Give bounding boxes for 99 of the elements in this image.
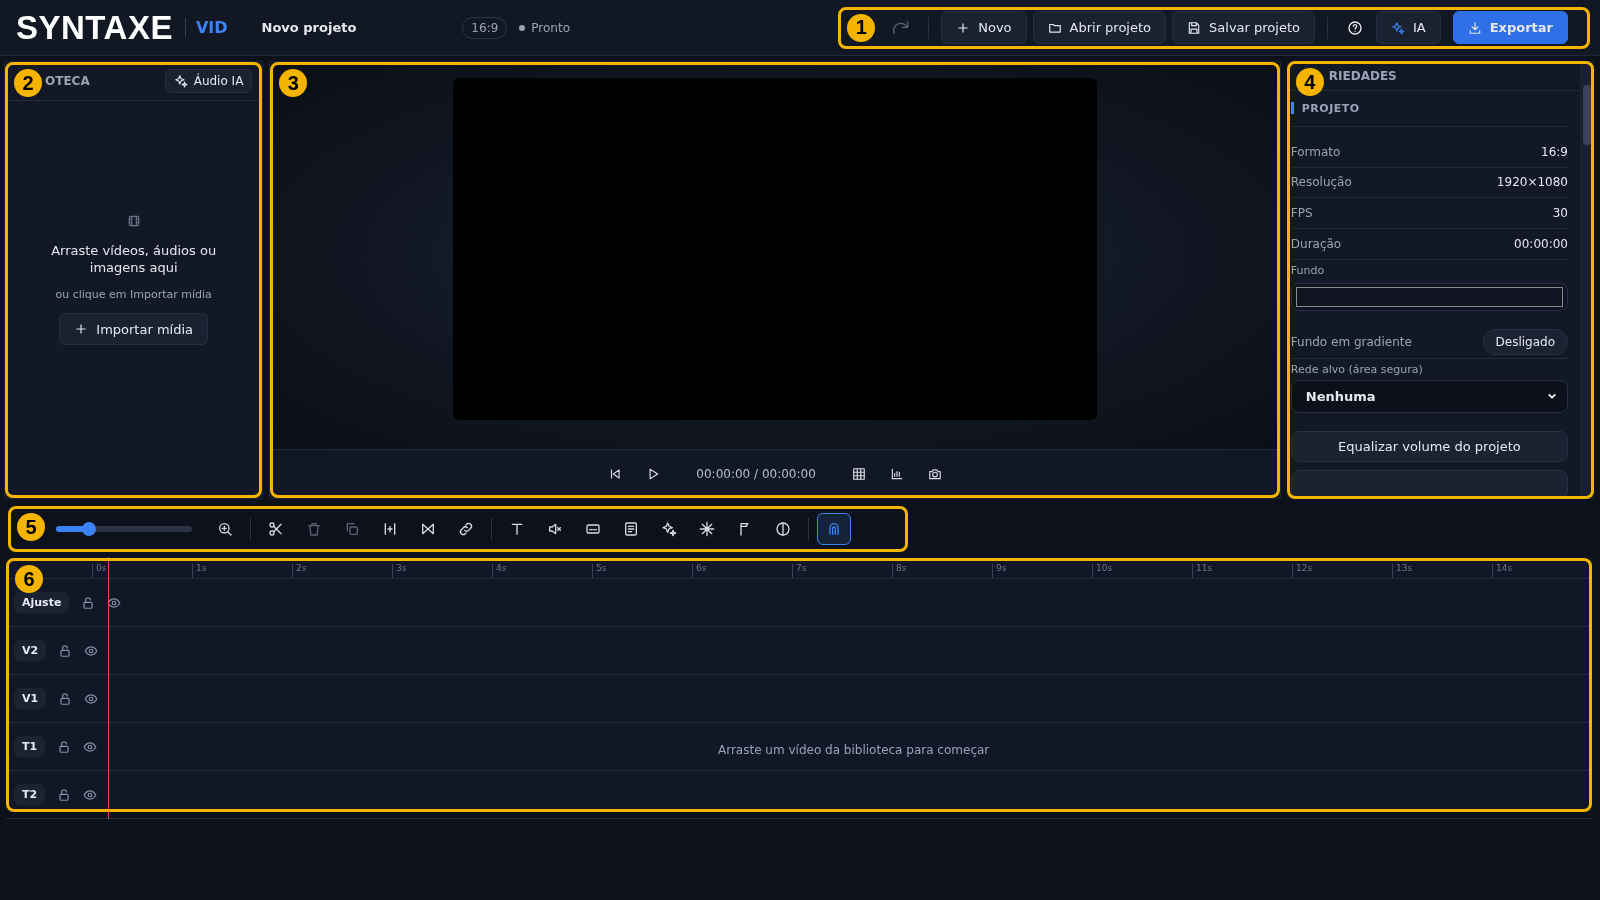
- lock-icon: [58, 691, 73, 706]
- property-label: Resolução: [1290, 175, 1352, 190]
- track-name: V2: [14, 640, 47, 661]
- link-icon: [458, 521, 474, 537]
- lock-icon: [58, 643, 73, 658]
- property-label: Fundo em gradiente: [1290, 335, 1412, 350]
- panel-title: OTECA: [45, 74, 90, 88]
- ruler-tick: 10s: [1092, 564, 1192, 578]
- import-media-button[interactable]: Importar mídia: [59, 313, 208, 345]
- magnet-icon: [826, 521, 842, 537]
- ruler-tick: 12s: [1292, 564, 1392, 578]
- export-button[interactable]: Exportar: [1452, 11, 1568, 44]
- chart-icon: [889, 467, 904, 481]
- status-dot-icon: [519, 24, 526, 31]
- property-label: Fundo: [1290, 264, 1326, 278]
- ruler-tick: 5s: [592, 564, 692, 578]
- trash-icon: [306, 521, 322, 537]
- panel-title: RIEDADES: [1328, 68, 1397, 83]
- ruler-tick: 7s: [792, 564, 892, 578]
- ruler-tick: 1s: [192, 564, 292, 578]
- sparkle-icon: [661, 521, 677, 537]
- mute-icon: [547, 521, 563, 537]
- status-text: Pronto: [531, 20, 570, 35]
- eye-icon: [84, 643, 99, 658]
- ruler-tick: 9s: [992, 564, 1092, 578]
- ruler-tick: 4s: [492, 564, 592, 578]
- save-icon: [1187, 20, 1202, 35]
- callout-number: 1: [847, 13, 876, 42]
- playback-time: 00:00:00 / 00:00:00: [696, 467, 816, 481]
- ai-button[interactable]: IA: [1375, 11, 1441, 44]
- ruler-tick: 3s: [392, 564, 492, 578]
- color-field[interactable]: [1290, 283, 1568, 311]
- property-value: 1920×1080: [1496, 175, 1568, 190]
- caption-icon: [585, 521, 601, 537]
- partial-button[interactable]: [1290, 469, 1568, 499]
- empty-state-hint: ou clique em Importar mídia: [55, 288, 212, 301]
- redo-icon: [893, 19, 910, 36]
- ruler-tick: 8s: [892, 564, 992, 578]
- eye-icon: [83, 787, 98, 802]
- ruler-tick: 2s: [292, 564, 392, 578]
- lock-icon: [57, 787, 72, 802]
- lock-icon: [81, 595, 96, 610]
- open-project-button[interactable]: Abrir projeto: [1032, 11, 1167, 44]
- plus-icon: [956, 20, 971, 35]
- property-value: 00:00:00: [1514, 237, 1568, 252]
- burst-icon: [699, 521, 715, 537]
- skip-back-icon: [608, 467, 623, 481]
- ruler-tick: 14s: [1492, 564, 1592, 578]
- eye-icon: [83, 739, 98, 754]
- track-name: T2: [14, 784, 46, 805]
- property-label: Rede alvo (área segura): [1290, 362, 1424, 376]
- sparkle-icon: [173, 74, 188, 88]
- callout-number: 2: [14, 69, 42, 97]
- help-icon: [1346, 19, 1363, 36]
- ruler-tick: 13s: [1392, 564, 1492, 578]
- contrast-icon: [775, 521, 791, 537]
- callout-number: 4: [1295, 68, 1324, 96]
- property-label: Duração: [1290, 237, 1342, 252]
- toggle-button[interactable]: Desligado: [1482, 329, 1568, 356]
- property-label: Formato: [1290, 144, 1341, 159]
- eye-icon: [107, 595, 122, 610]
- play-icon: [646, 467, 661, 481]
- new-project-button[interactable]: Novo: [941, 11, 1027, 44]
- save-project-button[interactable]: Salvar projeto: [1172, 11, 1315, 44]
- select-field[interactable]: Nenhuma: [1290, 379, 1568, 413]
- magnet-tool-button[interactable]: [817, 513, 851, 545]
- section-title: PROJETO: [1301, 101, 1360, 115]
- empty-state-title: Arraste vídeos, áudios ou imagens aqui: [50, 242, 218, 276]
- callout-number: 5: [17, 513, 45, 541]
- track-name: T1: [14, 736, 46, 757]
- ruler-tick: 6s: [692, 564, 792, 578]
- eye-icon: [84, 691, 99, 706]
- text-icon: [509, 521, 525, 537]
- zoom-in-icon: [217, 521, 233, 537]
- split-icon: [382, 521, 398, 537]
- scissors-icon: [268, 521, 284, 537]
- document-icon: [623, 521, 639, 537]
- callout-number: 6: [15, 565, 43, 593]
- ruler-tick: 11s: [1192, 564, 1292, 578]
- camera-icon: [927, 467, 942, 481]
- copy-icon: [344, 521, 360, 537]
- plus-icon: [74, 322, 89, 336]
- timeline-empty-hint: Arraste um vídeo da biblioteca para começar: [718, 743, 990, 757]
- project-name: Novo projeto: [261, 20, 357, 35]
- transition-icon: [420, 521, 436, 537]
- download-icon: [1467, 20, 1482, 35]
- grid-icon: [851, 467, 866, 481]
- audio-ai-button[interactable]: Áudio IA: [164, 69, 253, 93]
- track-name: Ajuste: [14, 592, 70, 613]
- property-value: 16:9: [1541, 144, 1568, 159]
- logo-suffix: VID: [184, 18, 228, 37]
- equalize-button[interactable]: Equalizar volume do projeto: [1290, 430, 1568, 462]
- track-name: V1: [14, 688, 47, 709]
- property-value: 30: [1552, 206, 1568, 221]
- lock-icon: [57, 739, 72, 754]
- sparkle-icon: [1390, 20, 1405, 35]
- film-icon: [126, 214, 141, 228]
- property-label: FPS: [1290, 206, 1313, 221]
- logo-text: SYNTAXE: [16, 8, 173, 47]
